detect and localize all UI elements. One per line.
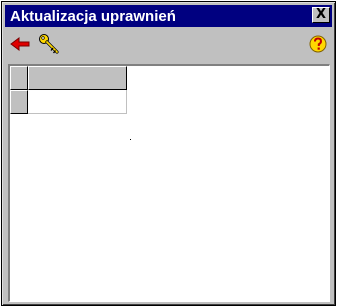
close-button[interactable]: X	[312, 7, 330, 23]
row-header[interactable]	[10, 90, 28, 114]
permissions-window: Aktualizacja uprawnień X	[1, 1, 336, 306]
key-button[interactable]	[36, 32, 62, 56]
help-button[interactable]	[305, 32, 331, 56]
help-icon	[309, 35, 327, 53]
window-title: Aktualizacja uprawnień	[10, 7, 176, 25]
table-cell[interactable]	[28, 90, 127, 114]
toolbar	[5, 28, 332, 60]
title-bar[interactable]: Aktualizacja uprawnień X	[5, 5, 332, 27]
back-button[interactable]	[7, 32, 33, 56]
stray-pixel	[130, 139, 131, 140]
permissions-grid-area[interactable]	[8, 64, 330, 302]
key-icon	[39, 34, 59, 54]
grid-corner-cell[interactable]	[10, 66, 28, 90]
back-arrow-icon	[10, 37, 30, 51]
column-header[interactable]	[28, 66, 127, 90]
